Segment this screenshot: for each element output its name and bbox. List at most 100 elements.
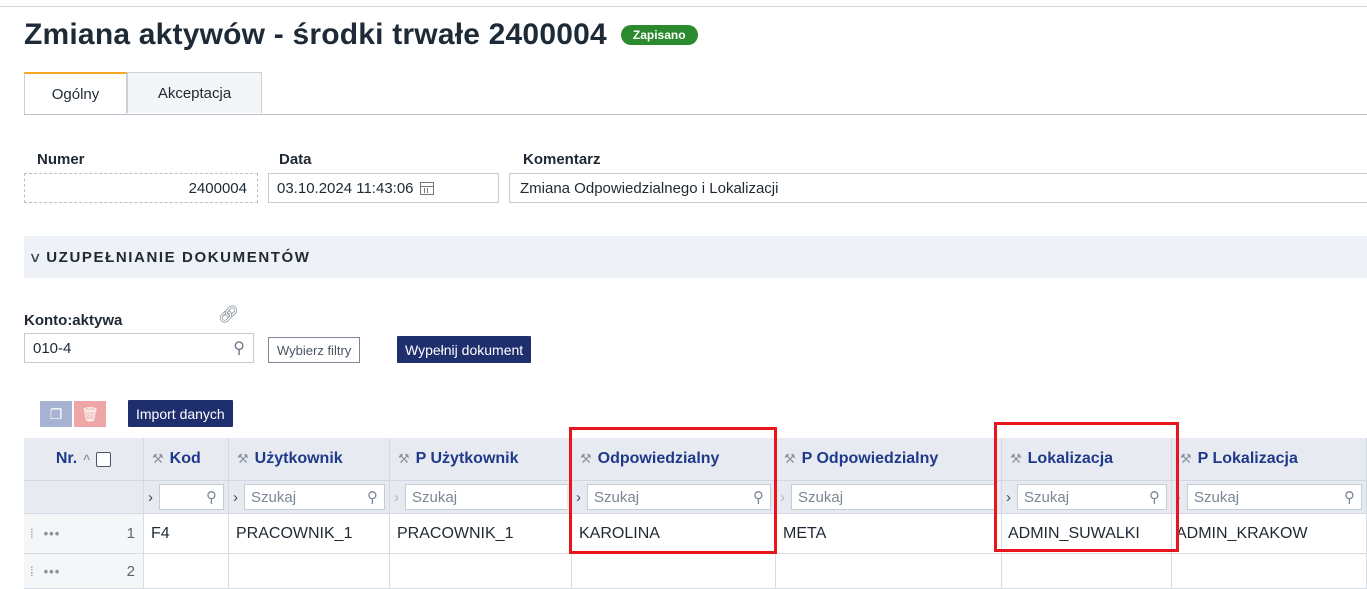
select-all-checkbox[interactable] bbox=[96, 451, 112, 467]
numer-field: 2400004 bbox=[24, 173, 258, 203]
header-p-odpowiedzialny[interactable]: ⚒︎ P Odpowiedzialny bbox=[776, 438, 1002, 481]
chevron-right-icon[interactable]: › bbox=[1006, 489, 1011, 506]
header-p-uzytkownik-label: P Użytkownik bbox=[415, 450, 519, 467]
filter-uzytkownik-input[interactable]: Szukaj ⚲ bbox=[244, 484, 385, 510]
header-uzytkownik[interactable]: ⚒︎ Użytkownik bbox=[229, 438, 390, 481]
sort-icon[interactable]: ^ bbox=[83, 452, 90, 466]
trash-icon[interactable]: 🗑︎ bbox=[74, 401, 106, 427]
filter-placeholder: Szukaj bbox=[1024, 488, 1070, 506]
table-cell[interactable] bbox=[776, 554, 1002, 589]
data-label: Data bbox=[279, 151, 312, 168]
chevron-right-icon[interactable]: › bbox=[233, 489, 238, 506]
filter-placeholder: Szukaj bbox=[412, 488, 458, 506]
table-cell[interactable]: PRACOWNIK_1 bbox=[390, 514, 572, 554]
konto-input[interactable]: 010-4 ⚲ bbox=[24, 333, 254, 363]
link-icon[interactable]: 🔗︎ bbox=[218, 305, 240, 325]
filter-odpowiedzialny-input[interactable]: Szukaj ⚲ bbox=[587, 484, 771, 510]
title-row: Zmiana aktywów - środki trwałe 2400004 Z… bbox=[24, 18, 698, 52]
wypelnij-dokument-button[interactable]: Wypełnij dokument bbox=[397, 336, 532, 363]
section-header[interactable]: ∨ UZUPEŁNIANIE DOKUMENTÓW bbox=[24, 236, 1367, 278]
table-cell[interactable] bbox=[144, 554, 229, 589]
filter-placeholder: Szukaj bbox=[1194, 488, 1240, 506]
header-uzytkownik-label: Użytkownik bbox=[254, 450, 343, 467]
filter-p-odpowiedzialny-input[interactable]: Szukaj bbox=[791, 484, 997, 510]
data-field[interactable]: 03.10.2024 11:43:06 bbox=[268, 173, 499, 203]
chevron-right-icon[interactable]: › bbox=[394, 489, 399, 506]
search-icon: ⚲ bbox=[753, 489, 764, 506]
search-icon[interactable]: ⚲ bbox=[233, 338, 245, 358]
konto-label: Konto:aktywa bbox=[24, 312, 123, 329]
header-nr[interactable]: Nr. ^ bbox=[24, 438, 144, 481]
filter-lokalizacja-input[interactable]: Szukaj ⚲ bbox=[1017, 484, 1167, 510]
drag-handle-icon[interactable]: ⁞ bbox=[30, 564, 34, 579]
tab-akceptacja[interactable]: Akceptacja bbox=[127, 72, 262, 113]
numer-label: Numer bbox=[37, 151, 85, 168]
chevron-right-icon[interactable]: › bbox=[576, 489, 581, 506]
table-cell[interactable]: F4 bbox=[144, 514, 229, 554]
copy-icon[interactable]: ❐ bbox=[40, 401, 72, 427]
header-kod[interactable]: ⚒︎ Kod bbox=[144, 438, 229, 481]
search-icon: ⚲ bbox=[1344, 489, 1355, 506]
row-number: 2 bbox=[126, 562, 135, 580]
wybierz-filtry-button[interactable]: Wybierz filtry bbox=[268, 337, 361, 363]
filter-p-uzytkownik: › Szukaj bbox=[390, 481, 572, 514]
header-p-lokalizacja[interactable]: ⚒︎ P Lokalizacja bbox=[1172, 438, 1367, 481]
header-kod-label: Kod bbox=[169, 450, 201, 467]
table-cell[interactable]: ADMIN_SUWALKI bbox=[1002, 514, 1172, 554]
filter-p-lokalizacja: › Szukaj ⚲ bbox=[1172, 481, 1367, 514]
table-cell[interactable]: META bbox=[776, 514, 1002, 554]
wrench-icon: ⚒︎ bbox=[237, 451, 249, 466]
table-cell[interactable]: KAROLINA bbox=[572, 514, 776, 554]
more-icon[interactable]: ••• bbox=[44, 564, 61, 579]
konto-value: 010-4 bbox=[33, 339, 72, 357]
chevron-right-icon[interactable]: › bbox=[148, 489, 153, 506]
filter-p-uzytkownik-input[interactable]: Szukaj bbox=[405, 484, 567, 510]
header-p-lokalizacja-label: P Lokalizacja bbox=[1197, 450, 1298, 467]
tab-bar: Ogólny Akceptacja bbox=[24, 72, 1367, 115]
data-value: 03.10.2024 11:43:06 bbox=[277, 179, 414, 197]
wrench-icon: ⚒︎ bbox=[1180, 451, 1192, 466]
filter-placeholder: Szukaj bbox=[251, 488, 297, 506]
drag-handle-icon[interactable]: ⁞ bbox=[30, 526, 34, 541]
filter-p-lokalizacja-input[interactable]: Szukaj ⚲ bbox=[1187, 484, 1362, 510]
table-cell[interactable]: ADMIN_KRAKOW bbox=[1172, 514, 1367, 554]
wrench-icon: ⚒︎ bbox=[398, 451, 410, 466]
more-icon[interactable]: ••• bbox=[44, 526, 61, 541]
tab-ogolny[interactable]: Ogólny bbox=[24, 72, 127, 114]
calendar-icon[interactable] bbox=[419, 181, 434, 195]
filter-placeholder: Szukaj bbox=[798, 488, 844, 506]
komentarz-field[interactable]: Zmiana Odpowiedzialnego i Lokalizacji bbox=[509, 173, 1367, 203]
wrench-icon: ⚒︎ bbox=[580, 451, 592, 466]
table-row-2-handle[interactable]: ⁞ ••• 2 bbox=[24, 554, 144, 589]
header-odpowiedzialny-label: Odpowiedzialny bbox=[597, 450, 720, 467]
table-cell[interactable] bbox=[1002, 554, 1172, 589]
search-icon: ⚲ bbox=[1149, 489, 1160, 506]
komentarz-value: Zmiana Odpowiedzialnego i Lokalizacji bbox=[520, 179, 779, 197]
filter-placeholder: Szukaj bbox=[594, 488, 640, 506]
filter-kod: › ⚲ bbox=[144, 481, 229, 514]
chevron-right-icon[interactable]: › bbox=[780, 489, 785, 506]
table-row-1-handle[interactable]: ⁞ ••• 1 bbox=[24, 514, 144, 554]
section-title: UZUPEŁNIANIE DOKUMENTÓW bbox=[46, 248, 311, 266]
top-divider bbox=[0, 6, 1367, 7]
filter-kod-input[interactable]: ⚲ bbox=[159, 484, 224, 510]
row-number: 1 bbox=[126, 525, 135, 542]
import-danych-button[interactable]: Import danych bbox=[128, 400, 233, 427]
header-lokalizacja[interactable]: ⚒︎ Lokalizacja bbox=[1002, 438, 1172, 481]
header-p-odpowiedzialny-label: P Odpowiedzialny bbox=[801, 450, 939, 467]
komentarz-label: Komentarz bbox=[523, 151, 601, 168]
header-p-uzytkownik[interactable]: ⚒︎ P Użytkownik bbox=[390, 438, 572, 481]
filter-p-odpowiedzialny: › Szukaj bbox=[776, 481, 1002, 514]
table-cell[interactable] bbox=[572, 554, 776, 589]
table-cell[interactable]: PRACOWNIK_1 bbox=[229, 514, 390, 554]
search-icon: ⚲ bbox=[206, 489, 217, 506]
wrench-icon: ⚒︎ bbox=[152, 451, 164, 466]
chevron-right-icon[interactable]: › bbox=[1176, 489, 1181, 506]
table-cell[interactable] bbox=[390, 554, 572, 589]
table-cell[interactable] bbox=[1172, 554, 1367, 589]
header-odpowiedzialny[interactable]: ⚒︎ Odpowiedzialny bbox=[572, 438, 776, 481]
filter-odpowiedzialny: › Szukaj ⚲ bbox=[572, 481, 776, 514]
table-cell[interactable] bbox=[229, 554, 390, 589]
header-nr-label: Nr. bbox=[55, 450, 78, 467]
chevron-down-icon: ∨ bbox=[28, 248, 42, 265]
